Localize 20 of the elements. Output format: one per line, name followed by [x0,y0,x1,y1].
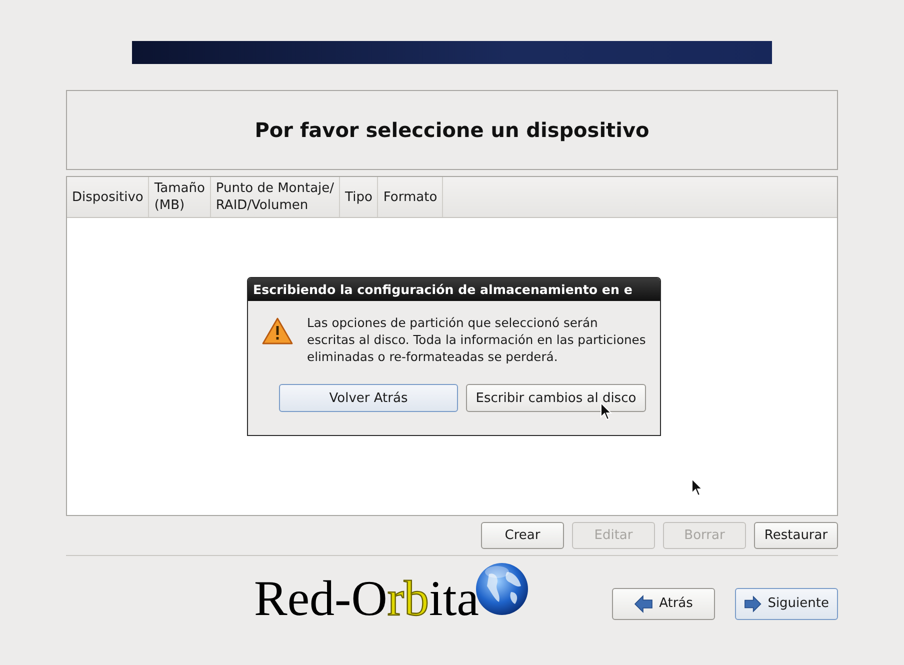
column-header[interactable]: Dispositivo [67,177,150,217]
column-header[interactable]: Tamaño (MB) [149,177,211,217]
action-button[interactable]: Restaurar [754,522,838,549]
nav-button[interactable]: Siguiente [735,588,838,620]
cursor-icon [691,478,703,497]
dialog-button[interactable]: Volver Atrás [279,384,458,412]
warning-icon [262,317,293,345]
logo: Red-Orbita [254,560,529,652]
column-header[interactable]: Punto de Montaje/ RAID/Volumen [210,177,340,217]
dialog-title: Escribiendo la configuración de almacenamiento en e [248,278,660,301]
right-arrow-icon [744,594,762,612]
page-title: Por favor seleccione un dispositivo [254,118,650,142]
nav-button[interactable]: Atrás [612,588,715,620]
column-header[interactable]: Tipo [340,177,378,217]
action-button[interactable]: Crear [481,522,564,549]
dialog-message: Las opciones de partición que seleccionó serán escritas al disco. Toda la información en las particiones eliminadas o re-formateadas se perderá. [307,315,647,366]
column-header[interactable]: Formato [378,177,444,217]
cursor-icon [600,402,612,421]
dialog-button[interactable]: Escribir cambios al disco [466,384,646,412]
left-arrow-icon [634,594,654,612]
